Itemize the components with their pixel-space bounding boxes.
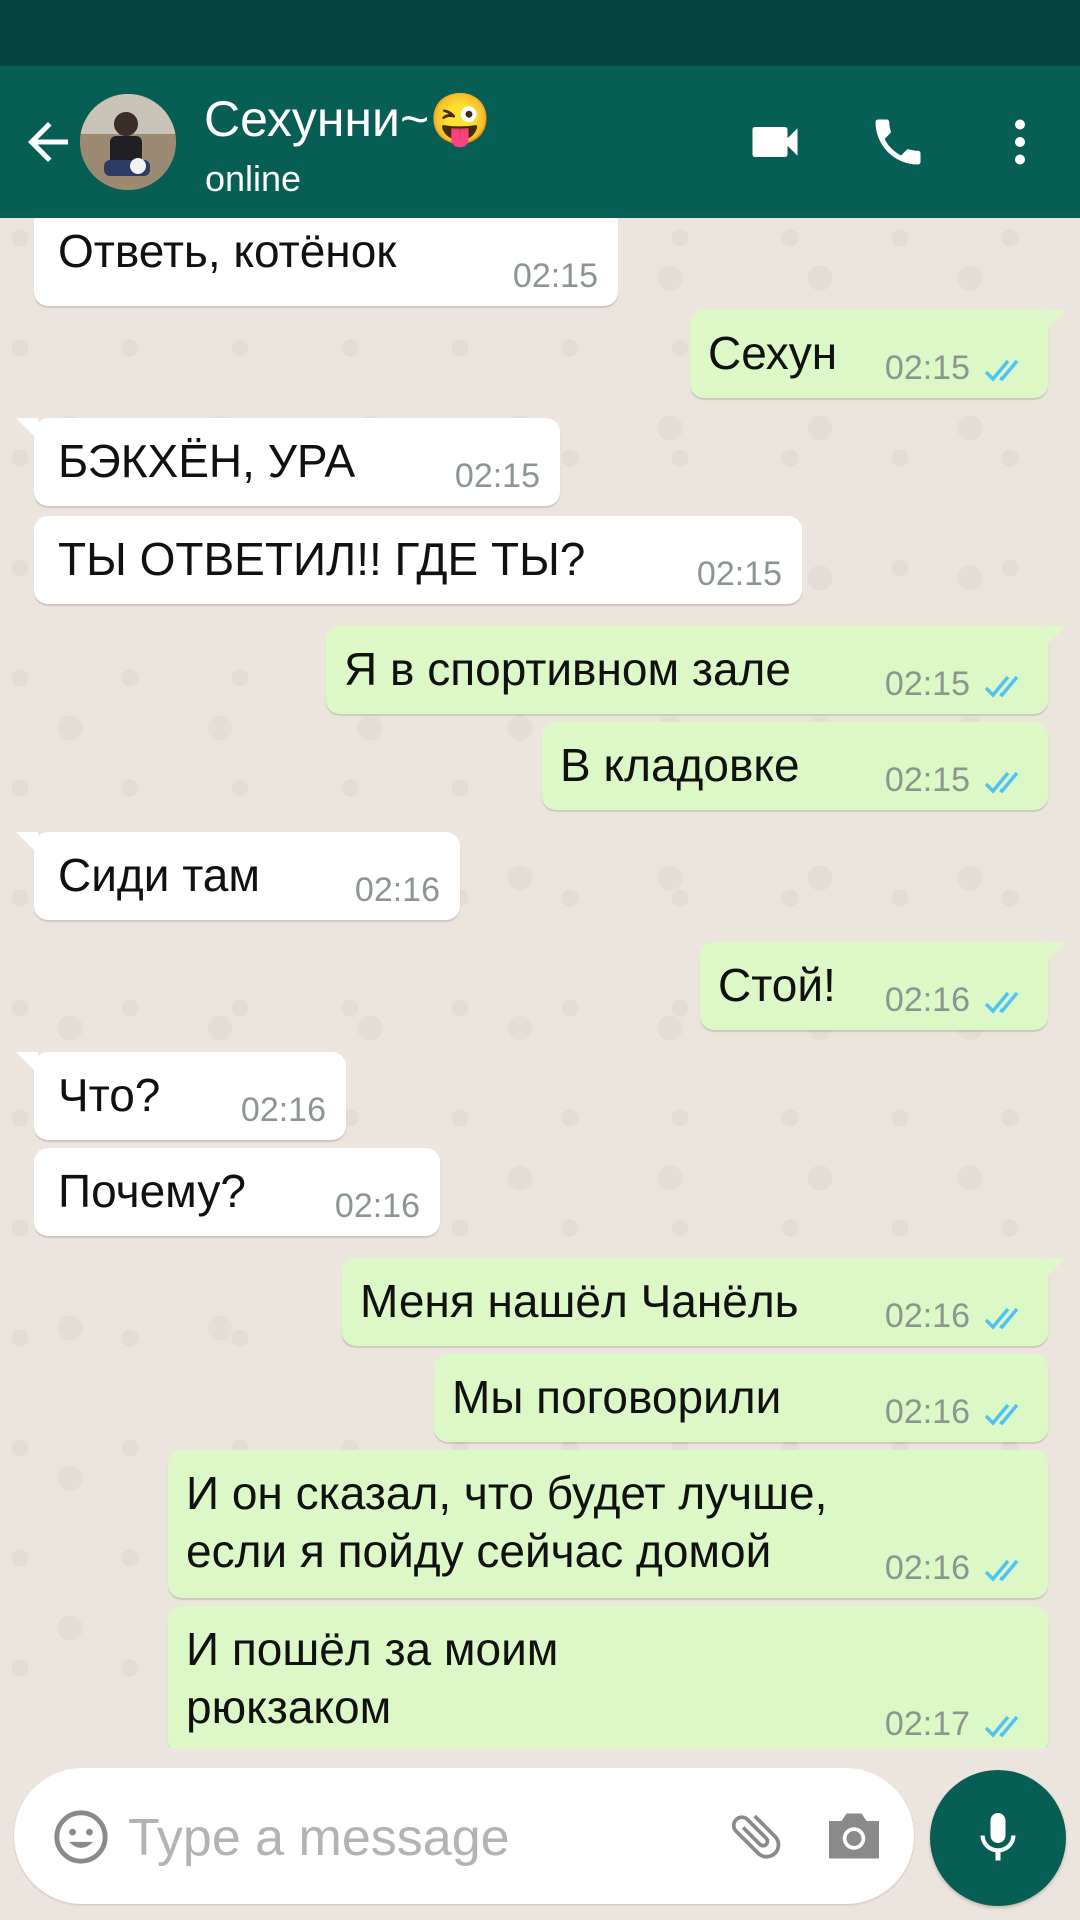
voice-call-button[interactable] [868,112,928,172]
message-outgoing[interactable]: Я в спортивном зале 02:15 [326,626,1066,714]
message-time: 02:15 [884,665,970,703]
double-check-icon [984,1559,1019,1582]
message-incoming[interactable]: ТЫ ОТВЕТИЛ!! ГДЕ ТЫ? 02:15 [34,516,802,604]
video-call-button[interactable] [745,112,805,172]
message-time: 02:15 [512,257,598,295]
double-check-icon [984,1403,1019,1426]
message-text: ТЫ ОТВЕТИЛ!! ГДЕ ТЫ? [58,533,586,585]
message-text: БЭКХЁН, УРА [58,435,356,487]
message-incoming[interactable]: БЭКХЁН, УРА 02:15 [16,418,560,506]
emoji-button[interactable] [52,1808,110,1866]
message-time: 02:16 [240,1091,326,1129]
message-incoming[interactable]: Сиди там 02:16 [16,832,460,920]
double-check-icon [984,675,1019,698]
message-list[interactable]: Ответь, котёнок 02:15 Сехун 02:15 БЭКХЁН… [0,218,1080,1748]
message-text: Мы поговорили [452,1371,782,1423]
bubble-tail [16,1052,38,1074]
message-time: 02:15 [696,555,782,593]
bubble-tail [1044,310,1066,332]
message-text: И пошёл за моим рюкзаком [186,1623,559,1733]
message-time: 02:15 [454,457,540,495]
message-time: 02:15 [884,349,970,387]
phone-icon [875,119,921,165]
message-text: Сехун [708,327,838,379]
message-outgoing[interactable]: Сехун 02:15 [690,310,1066,398]
arrow-left-icon [28,122,68,162]
message-time: 02:15 [884,761,970,799]
message-outgoing[interactable]: В кладовке 02:15 [542,722,1048,810]
status-bar [0,0,1080,66]
message-time: 02:16 [884,1549,970,1587]
message-incoming[interactable]: Что? 02:16 [16,1052,346,1140]
message-text: Я в спортивном зале [344,643,791,695]
bubble-tail [16,418,38,440]
message-composer [14,1768,914,1904]
bubble-tail [1044,626,1066,648]
message-text: Почему? [58,1165,246,1217]
message-text: Ответь, котёнок [58,225,397,277]
contact-status: online [205,158,302,199]
more-vert-icon [1015,119,1025,165]
message-text: Стой! [718,959,836,1011]
bubble-tail [1044,1258,1066,1280]
message-time: 02:16 [884,1297,970,1335]
voice-record-button[interactable] [930,1770,1066,1906]
message-outgoing[interactable]: Меня нашёл Чанёль 02:16 [342,1258,1066,1346]
menu-button[interactable] [990,112,1050,172]
emoji-icon [54,1810,108,1864]
double-check-icon [984,991,1019,1014]
message-outgoing[interactable]: Стой! 02:16 [700,942,1066,1030]
chat-header: Сехунни~😜 online [0,66,1080,218]
double-check-icon [984,1715,1019,1738]
message-outgoing[interactable]: Мы поговорили 02:16 [434,1354,1048,1442]
message-outgoing[interactable]: И он сказал, что будет лучше, если я пой… [168,1450,1048,1598]
message-text: И он сказал, что будет лучше, если я пой… [186,1467,828,1577]
avatar[interactable] [80,94,176,190]
back-button[interactable] [18,112,78,172]
double-check-icon [984,771,1019,794]
double-check-icon [984,359,1019,382]
paperclip-icon [731,1814,781,1859]
bubble-tail [1044,942,1066,964]
camera-button[interactable] [824,1808,884,1864]
message-incoming[interactable]: Почему? 02:16 [34,1148,440,1236]
contact-name[interactable]: Сехунни~😜 [204,90,491,149]
microphone-icon [980,1813,1016,1861]
message-time: 02:16 [354,871,440,909]
message-time: 02:16 [334,1187,420,1225]
message-text: Что? [58,1069,161,1121]
message-text: Сиди там [58,849,260,901]
message-time: 02:16 [884,981,970,1019]
camera-icon [829,1813,879,1859]
double-check-icon [984,1307,1019,1330]
avatar-image [80,94,176,190]
message-text: Меня нашёл Чанёль [360,1275,799,1327]
attach-button[interactable] [726,1806,786,1866]
message-text: В кладовке [560,739,800,791]
message-time: 02:16 [884,1393,970,1431]
message-time: 02:17 [884,1705,970,1743]
bubble-tail [16,832,38,854]
video-camera-icon [752,127,798,157]
message-incoming[interactable]: Ответь, котёнок 02:15 [34,218,618,306]
message-input[interactable] [126,1802,690,1874]
message-outgoing[interactable]: И пошёл за моим рюкзаком 02:17 [168,1606,1048,1748]
